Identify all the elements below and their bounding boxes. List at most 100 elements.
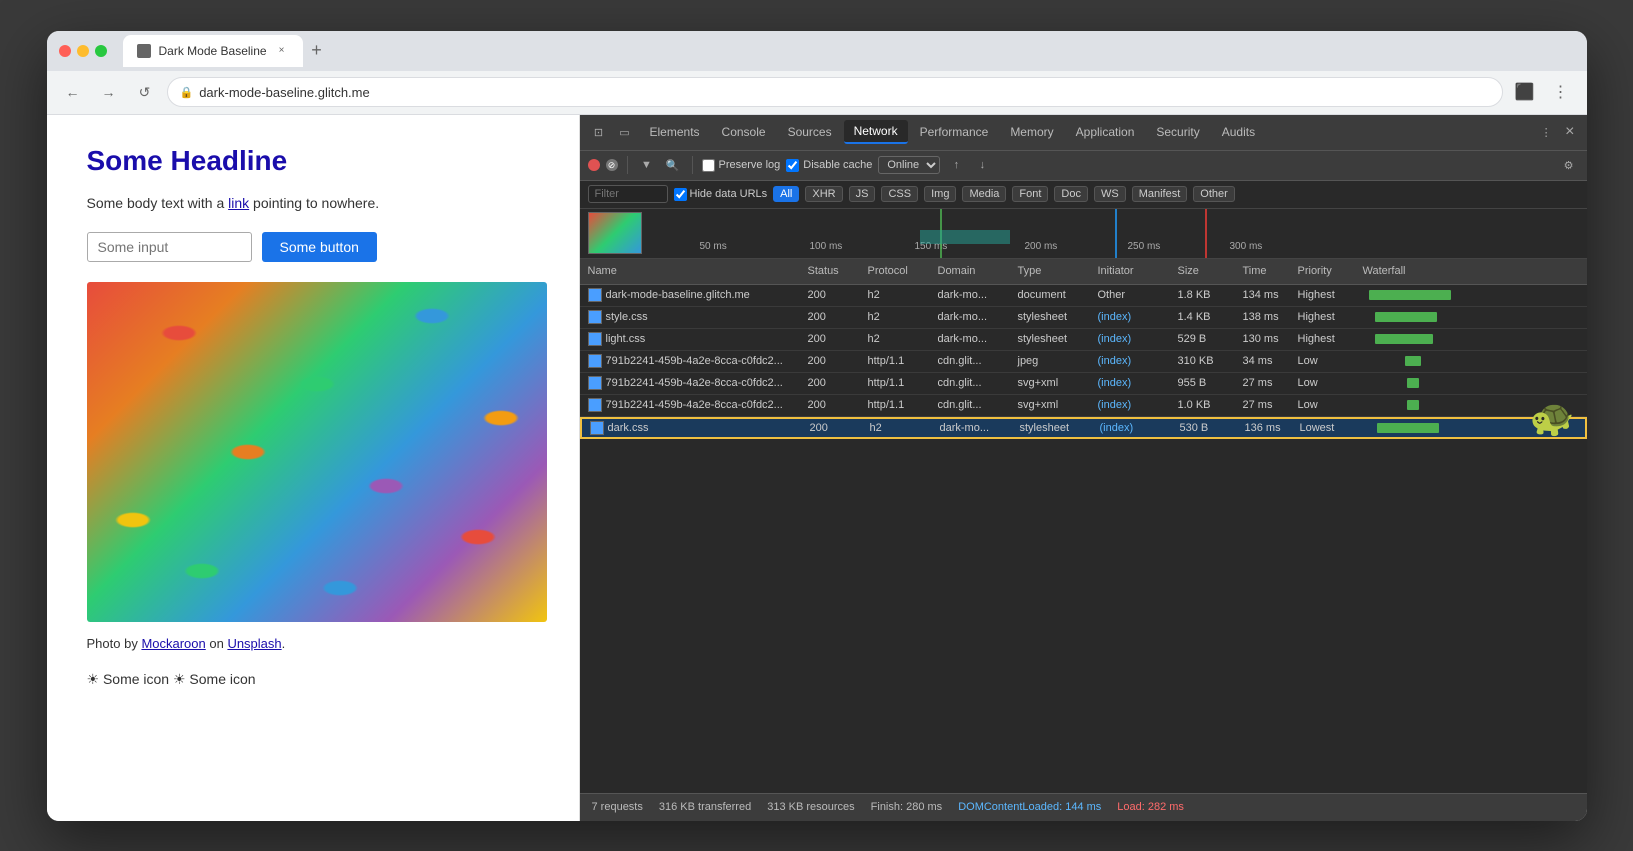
table-row[interactable]: 791b2241-459b-4a2e-8cca-c0fdc2... 200 ht…	[580, 351, 1587, 373]
throttle-select[interactable]: Online	[878, 156, 940, 174]
filter-media-btn[interactable]: Media	[962, 186, 1006, 202]
col-header-name[interactable]: Name	[588, 265, 808, 277]
tab-network[interactable]: Network	[844, 120, 908, 144]
row-domain: cdn.glit...	[938, 377, 1018, 389]
unsplash-link[interactable]: Unsplash	[227, 636, 281, 651]
table-row[interactable]: style.css 200 h2 dark-mo... stylesheet (…	[580, 307, 1587, 329]
some-input[interactable]	[87, 232, 252, 262]
row-name-style: style.css	[588, 310, 808, 324]
svg-icon	[588, 376, 602, 390]
tab-security[interactable]: Security	[1146, 121, 1209, 143]
row-size: 310 KB	[1178, 355, 1243, 367]
tab-close-button[interactable]: ×	[275, 44, 289, 58]
close-traffic-light[interactable]	[59, 45, 71, 57]
filter-img-btn[interactable]: Img	[924, 186, 956, 202]
refresh-button[interactable]: ↺	[131, 78, 159, 106]
row-protocol: h2	[868, 289, 938, 301]
row-size: 1.0 KB	[1178, 399, 1243, 411]
extensions-icon[interactable]: ⬛	[1511, 78, 1539, 106]
status-transferred: 316 KB transferred	[659, 801, 751, 813]
minimize-traffic-light[interactable]	[77, 45, 89, 57]
col-header-waterfall[interactable]: Waterfall	[1363, 265, 1579, 277]
download-icon[interactable]: ↓	[972, 155, 992, 175]
settings-icon[interactable]: ⚙	[1559, 155, 1579, 175]
toolbar-separator-2	[692, 156, 693, 174]
filter-input[interactable]	[588, 185, 668, 203]
filter-all-btn[interactable]: All	[773, 186, 799, 202]
filter-icon[interactable]: ▼	[637, 155, 657, 175]
tab-audits[interactable]: Audits	[1212, 121, 1265, 143]
row-initiator: (index)	[1098, 399, 1178, 411]
row-size: 529 B	[1178, 333, 1243, 345]
row-protocol: http/1.1	[868, 399, 938, 411]
col-header-protocol[interactable]: Protocol	[868, 265, 938, 277]
row-time: 136 ms	[1245, 422, 1300, 434]
col-header-time[interactable]: Time	[1243, 265, 1298, 277]
filter-manifest-btn[interactable]: Manifest	[1132, 186, 1188, 202]
disable-cache-checkbox[interactable]: Disable cache	[786, 159, 872, 172]
filter-xhr-btn[interactable]: XHR	[805, 186, 842, 202]
hide-data-urls-checkbox[interactable]: Hide data URLs	[674, 188, 768, 201]
tab-console[interactable]: Console	[712, 121, 776, 143]
devtools-panel: ⊡ ▭ Elements Console Sources Network Per…	[580, 115, 1587, 821]
tab-memory[interactable]: Memory	[1000, 121, 1063, 143]
col-header-status[interactable]: Status	[808, 265, 868, 277]
new-tab-button[interactable]: +	[303, 37, 331, 65]
table-row-selected[interactable]: dark.css 200 h2 dark-mo... stylesheet (i…	[580, 417, 1587, 439]
address-bar: ← → ↺ 🔒 dark-mode-baseline.glitch.me ⬛ ⋮	[47, 71, 1587, 115]
page-body-text: Some body text with a link pointing to n…	[87, 193, 539, 214]
status-dom-content-loaded[interactable]: DOMContentLoaded: 144 ms	[958, 801, 1101, 813]
row-name-791-svg1: 791b2241-459b-4a2e-8cca-c0fdc2...	[588, 376, 808, 390]
filter-doc-btn[interactable]: Doc	[1054, 186, 1088, 202]
row-status: 200	[808, 311, 868, 323]
col-header-priority[interactable]: Priority	[1298, 265, 1363, 277]
timeline-bar	[920, 230, 1010, 244]
table-row[interactable]: dark-mode-baseline.glitch.me 200 h2 dark…	[580, 285, 1587, 307]
waterfall-header: 50 ms 100 ms 150 ms 200 ms 250 ms 300 ms	[580, 209, 1587, 259]
devtools-more-icon[interactable]: ⋮	[1535, 121, 1557, 143]
address-field[interactable]: 🔒 dark-mode-baseline.glitch.me	[167, 77, 1503, 107]
col-header-domain[interactable]: Domain	[938, 265, 1018, 277]
search-icon[interactable]: 🔍	[663, 155, 683, 175]
some-button[interactable]: Some button	[262, 232, 377, 262]
row-size: 530 B	[1180, 422, 1245, 434]
forward-button[interactable]: →	[95, 78, 123, 106]
devtools-close-button[interactable]: ×	[1561, 123, 1578, 141]
status-load: Load: 282 ms	[1117, 801, 1184, 813]
status-finish: Finish: 280 ms	[871, 801, 943, 813]
row-protocol: h2	[868, 333, 938, 345]
filter-js-btn[interactable]: JS	[849, 186, 876, 202]
back-button[interactable]: ←	[59, 78, 87, 106]
clear-button[interactable]: ⊘	[606, 159, 618, 171]
row-waterfall	[1363, 312, 1579, 322]
filter-ws-btn[interactable]: WS	[1094, 186, 1126, 202]
active-tab[interactable]: Dark Mode Baseline ×	[123, 35, 303, 67]
mockaroon-link[interactable]: Mockaroon	[141, 636, 205, 651]
page-link[interactable]: link	[228, 195, 249, 211]
row-priority: Low	[1298, 355, 1363, 367]
table-row[interactable]: 791b2241-459b-4a2e-8cca-c0fdc2... 200 ht…	[580, 395, 1587, 417]
preserve-log-checkbox[interactable]: Preserve log	[702, 159, 781, 172]
tab-elements[interactable]: Elements	[640, 121, 710, 143]
col-header-type[interactable]: Type	[1018, 265, 1098, 277]
upload-icon[interactable]: ↑	[946, 155, 966, 175]
devtools-device-icon[interactable]: ▭	[614, 121, 636, 143]
col-header-initiator[interactable]: Initiator	[1098, 265, 1178, 277]
record-button[interactable]	[588, 159, 600, 171]
tab-performance[interactable]: Performance	[910, 121, 999, 143]
devtools-statusbar: 7 requests 316 KB transferred 313 KB res…	[580, 793, 1587, 821]
waterfall-bar	[1377, 423, 1439, 433]
filter-css-btn[interactable]: CSS	[881, 186, 918, 202]
tab-application[interactable]: Application	[1066, 121, 1145, 143]
menu-icon[interactable]: ⋮	[1547, 78, 1575, 106]
row-protocol: http/1.1	[868, 377, 938, 389]
col-header-size[interactable]: Size	[1178, 265, 1243, 277]
devtools-inspect-icon[interactable]: ⊡	[588, 121, 610, 143]
fullscreen-traffic-light[interactable]	[95, 45, 107, 57]
filter-font-btn[interactable]: Font	[1012, 186, 1048, 202]
tab-sources[interactable]: Sources	[778, 121, 842, 143]
table-row[interactable]: 791b2241-459b-4a2e-8cca-c0fdc2... 200 ht…	[580, 373, 1587, 395]
filter-other-btn[interactable]: Other	[1193, 186, 1235, 202]
table-row[interactable]: light.css 200 h2 dark-mo... stylesheet (…	[580, 329, 1587, 351]
photo-credit-prefix: Photo by	[87, 636, 142, 651]
